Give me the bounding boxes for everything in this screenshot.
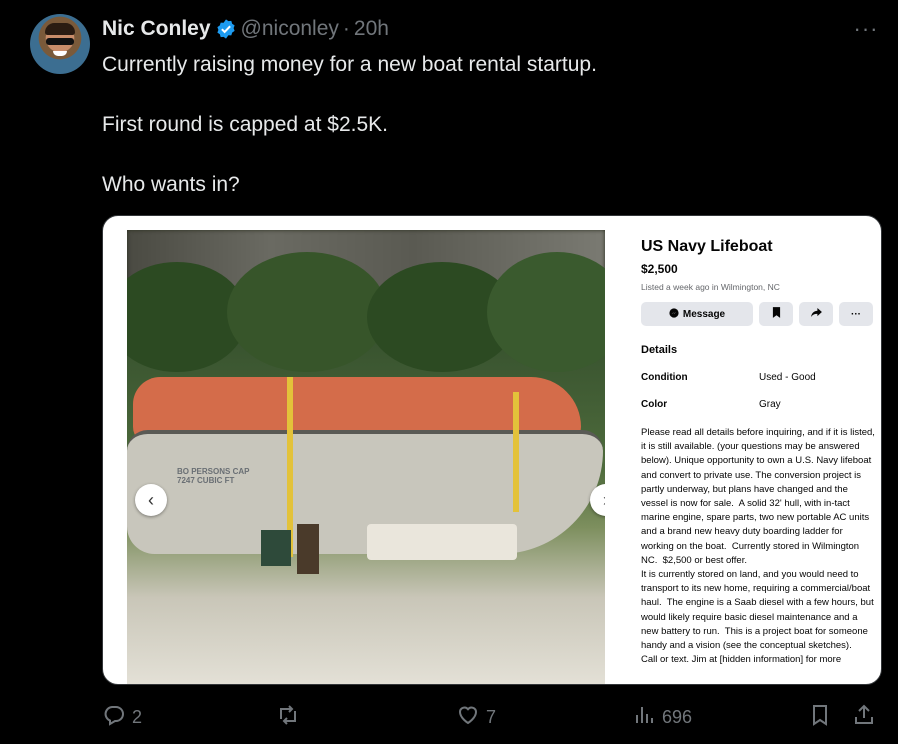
listing-title: US Navy Lifeboat	[641, 238, 773, 255]
listing-photo-pane: BO PERSONS CAP 7247 CUBIC FT ‹ ›	[127, 230, 605, 684]
color-label: Color	[641, 399, 668, 410]
listing-description: Please read all details before inquiring…	[641, 427, 875, 666]
avatar-sunglasses	[46, 38, 74, 45]
attached-image[interactable]: BO PERSONS CAP 7247 CUBIC FT ‹ › US Navy…	[102, 215, 882, 685]
like-button[interactable]: 7	[456, 702, 496, 732]
verified-badge-icon	[215, 18, 237, 40]
bookmark-outline-icon	[808, 703, 832, 732]
save-button[interactable]	[759, 302, 793, 326]
like-count: 7	[486, 706, 497, 727]
view-count: 696	[662, 706, 693, 727]
author-name[interactable]: Nic Conley	[102, 17, 211, 41]
condition-value: Used - Good	[759, 372, 816, 383]
lifeboat-photo: BO PERSONS CAP 7247 CUBIC FT	[127, 252, 605, 684]
listing-details-panel: US Navy Lifeboat $2,500 Listed a week ag…	[641, 234, 877, 667]
header-separator: ·	[342, 17, 350, 40]
heart-icon	[456, 703, 480, 732]
listing-meta: Listed a week ago in Wilmington, NC	[641, 282, 780, 292]
share-arrow-icon	[810, 308, 822, 320]
avatar-smile	[53, 51, 67, 56]
analytics-bars-icon	[632, 703, 656, 732]
reply-button[interactable]: 2	[102, 702, 142, 732]
author-handle[interactable]: @niconley	[241, 17, 339, 41]
tweet-text: Currently raising money for a new boat r…	[102, 53, 597, 196]
tweet-timestamp[interactable]: 20h	[354, 17, 389, 41]
share-tweet-button[interactable]	[852, 702, 876, 732]
share-upload-icon	[852, 703, 876, 732]
bookmark-button[interactable]	[808, 702, 832, 732]
bookmark-icon	[772, 307, 781, 321]
messenger-icon	[669, 307, 679, 321]
share-button[interactable]	[799, 302, 833, 326]
previous-photo-button[interactable]: ‹	[135, 484, 167, 516]
detail-row-condition: Condition Used - Good	[641, 372, 877, 383]
reply-count: 2	[132, 706, 143, 727]
repost-icon	[276, 703, 300, 732]
listing-more-button[interactable]: ···	[839, 302, 873, 326]
detail-row-color: Color Gray	[641, 399, 877, 410]
details-heading: Details	[641, 344, 678, 356]
hull-stencil-text: BO PERSONS CAP 7247 CUBIC FT	[177, 467, 250, 485]
more-options-icon[interactable]: ···	[852, 16, 880, 42]
views-button[interactable]: 696	[632, 702, 692, 732]
avatar[interactable]	[30, 14, 90, 74]
reply-icon	[102, 703, 126, 732]
tweet-header: Nic Conley @niconley · 20h	[102, 16, 389, 42]
listing-actions: Message ···	[641, 302, 877, 326]
message-button-label: Message	[682, 308, 726, 320]
lifeboat-hull	[127, 430, 603, 554]
condition-label: Condition	[641, 372, 688, 383]
tweet-actions-bar: 2 7 696	[102, 702, 880, 732]
avatar-hair	[45, 23, 75, 35]
repost-button[interactable]	[276, 702, 306, 732]
message-button[interactable]: Message	[641, 302, 753, 326]
color-value: Gray	[759, 399, 781, 410]
listing-price: $2,500	[641, 262, 678, 276]
